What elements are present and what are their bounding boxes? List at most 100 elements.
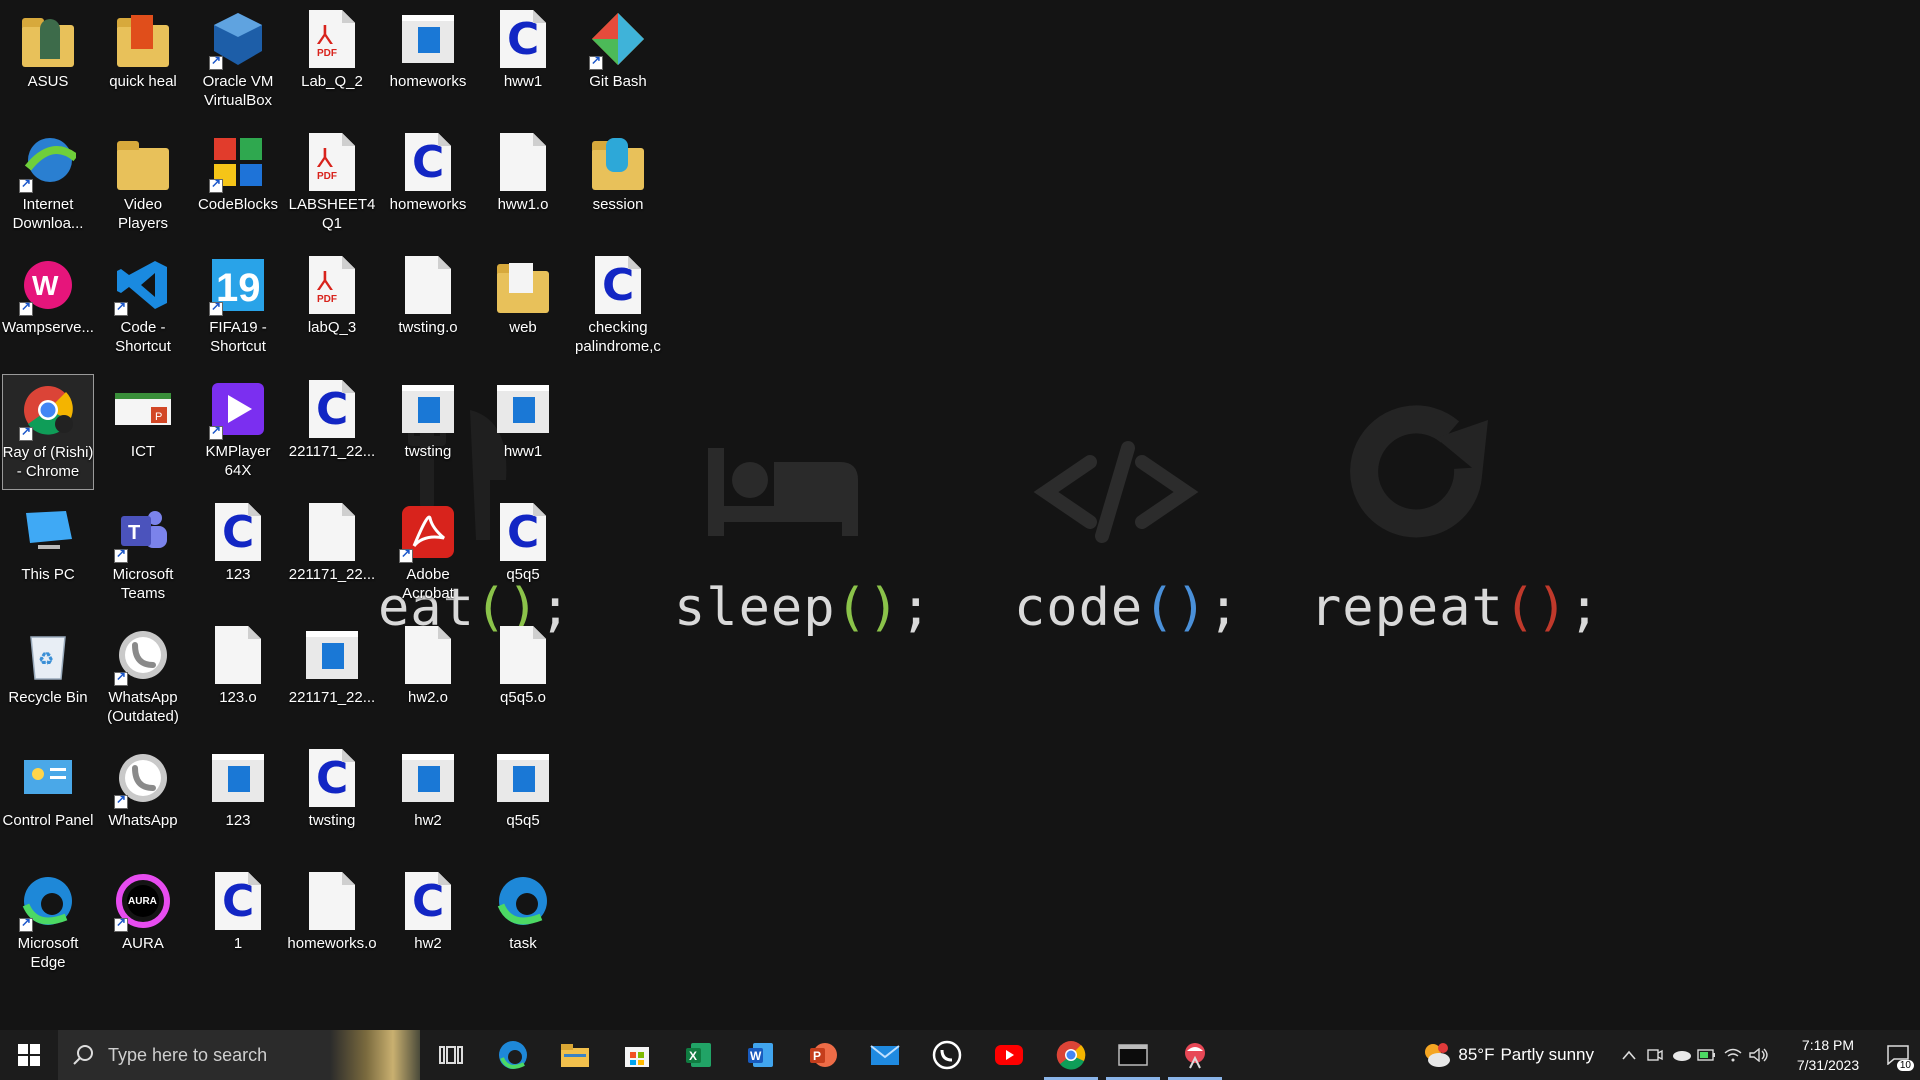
desktop-icon[interactable]: ⅄ PDF LABSHEET4 Q1 [286, 127, 378, 243]
desktop-icon[interactable]: 19FIFA19 - Shortcut [192, 250, 284, 366]
desktop-icon[interactable]: q5q5 [477, 743, 569, 859]
desktop-icon[interactable]: W Wampserve... [2, 250, 94, 366]
desktop-icon[interactable]: web [477, 250, 569, 366]
desktop-icon[interactable]: Chomeworks [382, 127, 474, 243]
desktop-icon[interactable]: Code - Shortcut [97, 250, 189, 366]
desktop-icon-label: ICT [130, 443, 156, 460]
desktop-icon[interactable]: 221171_22... [286, 620, 378, 736]
taskbar-mail[interactable] [854, 1030, 916, 1080]
desktop-icon-glyph [207, 624, 269, 686]
desktop-icon-glyph [587, 131, 649, 193]
taskbar-edge[interactable] [482, 1030, 544, 1080]
desktop-icon[interactable]: session [572, 127, 664, 243]
desktop-icon[interactable]: C1 [192, 866, 284, 982]
desktop-icon[interactable]: twsting.o [382, 250, 474, 366]
desktop-icon[interactable]: Oracle VM VirtualBox [192, 4, 284, 120]
desktop-icon-label: session [592, 196, 644, 213]
taskbar-file-explorer[interactable] [544, 1030, 606, 1080]
desktop-icon[interactable]: homeworks [382, 4, 474, 120]
desktop-icon[interactable]: C 123 [192, 497, 284, 613]
desktop-icon-glyph: ⅄ PDF [301, 131, 363, 193]
desktop-icon[interactable]: Video Players [97, 127, 189, 243]
weather-widget[interactable]: 85°F Partly sunny [1422, 1041, 1594, 1069]
taskbar-chrome[interactable] [1040, 1030, 1102, 1080]
desktop-icon[interactable]: This PC [2, 497, 94, 613]
desktop-icon[interactable]: ⅄ PDF Lab_Q_2 [286, 4, 378, 120]
desktop-icon-glyph [301, 501, 363, 563]
desktop-icon[interactable]: AURA AURA [97, 866, 189, 982]
desktop-icon[interactable]: Internet Downloa... [2, 127, 94, 243]
desktop-icon[interactable]: q5q5.o [477, 620, 569, 736]
taskbar-snipping-tool[interactable] [1164, 1030, 1226, 1080]
desktop-icon[interactable]: Ctwsting [286, 743, 378, 859]
desktop-icon[interactable]: 123 [192, 743, 284, 859]
desktop-icon[interactable]: KMPlayer 64X [192, 374, 284, 490]
desktop-icon[interactable]: C 221171_22... [286, 374, 378, 490]
task-view-button[interactable] [420, 1030, 482, 1080]
desktop-icon[interactable]: Cq5q5 [477, 497, 569, 613]
taskbar-powerpoint[interactable]: P [792, 1030, 854, 1080]
desktop-icon[interactable]: hww1.o [477, 127, 569, 243]
desktop-icon-glyph: ⅄ PDF [301, 254, 363, 316]
start-button[interactable] [0, 1030, 58, 1080]
desktop-icon[interactable]: P ICT [97, 374, 189, 490]
desktop-icon[interactable]: hw2 [382, 743, 474, 859]
meet-now-icon[interactable] [1642, 1030, 1668, 1080]
onedrive-cloud-icon[interactable] [1668, 1030, 1694, 1080]
desktop-icon-label: twsting.o [398, 319, 458, 336]
desktop-icon[interactable]: 123.o [192, 620, 284, 736]
desktop-icon-label: Lab_Q_2 [301, 73, 363, 90]
desktop-icon-glyph [207, 8, 269, 70]
taskbar-excel[interactable]: X [668, 1030, 730, 1080]
taskbar-search-box[interactable] [58, 1030, 420, 1080]
taskbar-store[interactable] [606, 1030, 668, 1080]
desktop-icon[interactable]: hw2.o [382, 620, 474, 736]
notification-center-button[interactable]: 10 [1876, 1030, 1920, 1080]
desktop-icon[interactable]: Ray of (Rishi) - Chrome [2, 374, 94, 490]
taskbar-whatsapp[interactable] [916, 1030, 978, 1080]
desktop-icon[interactable]: ♻ Recycle Bin [2, 620, 94, 736]
desktop-icon[interactable]: Chw2 [382, 866, 474, 982]
taskbar-word[interactable]: W [730, 1030, 792, 1080]
task-view-icon [439, 1046, 463, 1064]
desktop-icon[interactable]: twsting [382, 374, 474, 490]
svg-text:AURA: AURA [128, 896, 157, 907]
executable-file-icon [497, 385, 549, 433]
desktop-icon[interactable]: hww1 [477, 374, 569, 490]
desktop-icon-glyph: C [492, 501, 554, 563]
desktop-icon-label: Control Panel [2, 812, 94, 829]
desktop-icon[interactable]: homeworks.o [286, 866, 378, 982]
desktop-icon[interactable]: quick heal [97, 4, 189, 120]
taskbar-clock[interactable]: 7:18 PM 7/31/2023 [1780, 1035, 1876, 1075]
desktop-icon[interactable]: WhatsApp [97, 743, 189, 859]
desktop-icon-label: Adobe Acrobat [402, 566, 454, 602]
desktop-icon[interactable]: ⅄ PDF labQ_3 [286, 250, 378, 366]
desktop-icon[interactable]: ASUS [2, 4, 94, 120]
desktop-icon[interactable]: Git Bash [572, 4, 664, 120]
desktop-icon[interactable]: task [477, 866, 569, 982]
volume-icon[interactable] [1746, 1030, 1772, 1080]
executable-file-icon [212, 754, 264, 802]
svg-text:P: P [155, 411, 162, 423]
session-folder-icon [592, 138, 644, 190]
search-input[interactable] [106, 1043, 330, 1067]
desktop-icon[interactable]: Adobe Acrobat [382, 497, 474, 613]
desktop-icon-glyph [492, 378, 554, 440]
c-source-file-icon: C [309, 749, 355, 807]
shortcut-arrow-icon [209, 423, 223, 440]
desktop-icon[interactable]: CodeBlocks [192, 127, 284, 243]
taskbar-youtube[interactable] [978, 1030, 1040, 1080]
wifi-icon[interactable] [1720, 1030, 1746, 1080]
battery-icon[interactable] [1694, 1030, 1720, 1080]
desktop-icon[interactable]: Chww1 [477, 4, 569, 120]
desktop-icon-glyph [207, 747, 269, 809]
blank-file-icon [405, 256, 451, 314]
desktop-icon[interactable]: T Microsoft Teams [97, 497, 189, 613]
desktop-icon[interactable]: Microsoft Edge [2, 866, 94, 982]
desktop-icon[interactable]: Cchecking palindrome,c [572, 250, 664, 366]
show-hidden-icons-chevron-icon[interactable] [1616, 1030, 1642, 1080]
desktop-icon[interactable]: Control Panel [2, 743, 94, 859]
desktop-icon[interactable]: WhatsApp (Outdated) [97, 620, 189, 736]
desktop-icon[interactable]: 221171_22... [286, 497, 378, 613]
taskbar-terminal[interactable] [1102, 1030, 1164, 1080]
